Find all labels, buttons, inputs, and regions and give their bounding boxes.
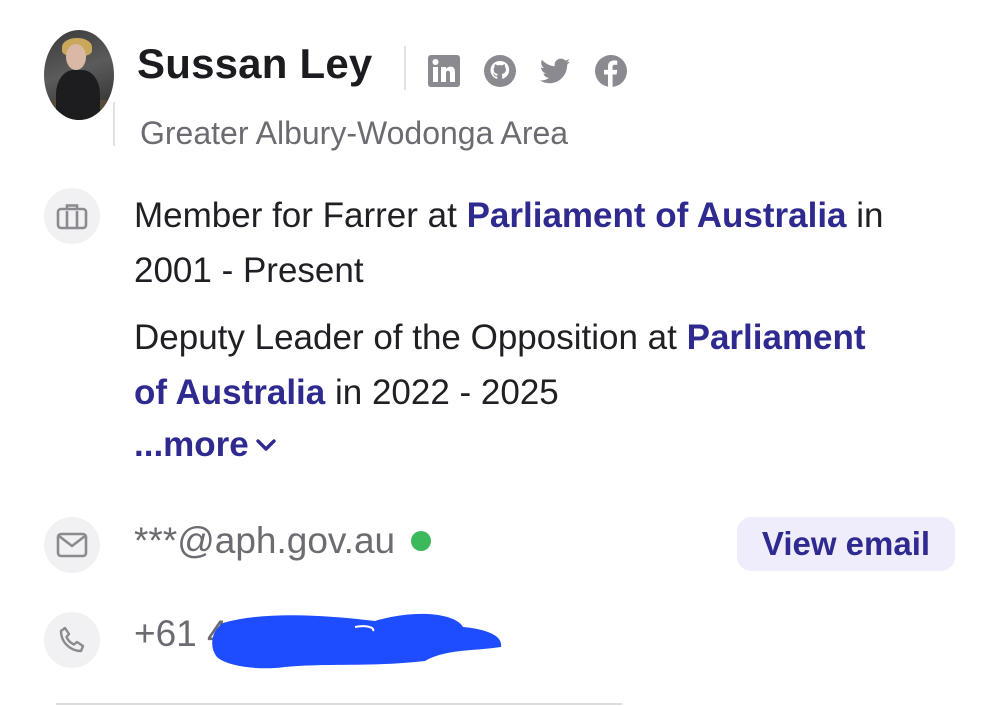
- show-more-label: ...more: [134, 425, 249, 464]
- github-icon[interactable]: [483, 54, 517, 88]
- divider: [56, 703, 622, 705]
- masked-email: ***@aph.gov.au: [134, 520, 396, 561]
- experience-org-link[interactable]: Parliament of Australia: [467, 196, 847, 235]
- avatar[interactable]: [44, 30, 114, 120]
- experience-role: Deputy Leader of the Opposition at: [134, 318, 687, 357]
- divider: [113, 102, 115, 146]
- chevron-down-icon: [256, 439, 276, 451]
- briefcase-icon: [44, 188, 100, 244]
- profile-location: Greater Albury-Wodonga Area: [140, 115, 569, 151]
- linkedin-icon[interactable]: [427, 54, 461, 88]
- divider: [404, 46, 406, 90]
- experience-role: Member for Farrer at: [134, 196, 467, 235]
- phone-icon: [44, 612, 100, 668]
- profile-name: Sussan Ley: [137, 40, 373, 87]
- email-row: ***@aph.gov.au: [134, 520, 432, 562]
- facebook-icon[interactable]: [594, 54, 628, 88]
- experience-item: Member for Farrer at Parliament of Austr…: [134, 188, 894, 298]
- view-email-button[interactable]: View email: [737, 517, 955, 571]
- experience-period: in 2022 - 2025: [325, 373, 559, 412]
- experience-item: Deputy Leader of the Opposition at Parli…: [134, 310, 894, 420]
- mail-icon: [44, 517, 100, 573]
- show-more-link[interactable]: ...more: [134, 425, 277, 465]
- verified-status-dot: [411, 531, 432, 551]
- twitter-icon[interactable]: [538, 54, 572, 88]
- redaction-scribble: [212, 613, 502, 669]
